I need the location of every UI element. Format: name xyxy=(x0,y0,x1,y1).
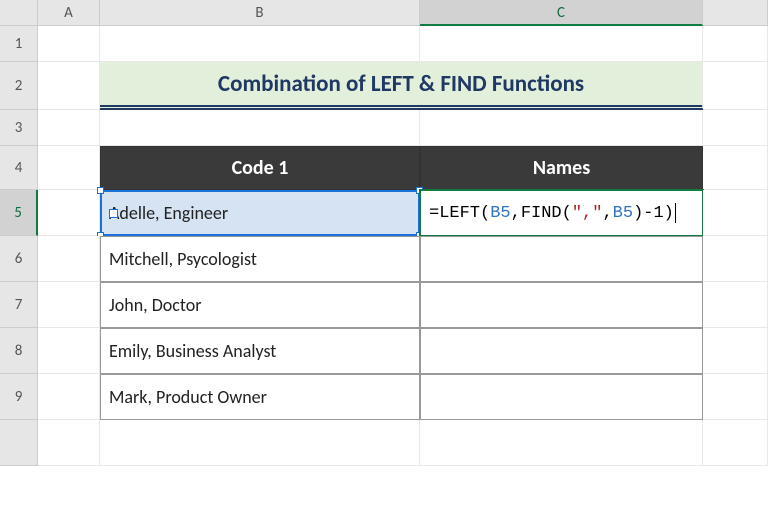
cell-a8[interactable] xyxy=(38,328,100,374)
formula-token: B5 xyxy=(490,204,510,223)
cell-a5[interactable] xyxy=(38,190,100,236)
row-header-2[interactable]: 2 xyxy=(0,62,38,110)
cell-d3[interactable] xyxy=(703,110,768,146)
cell-b3[interactable] xyxy=(100,110,420,146)
cell-d1[interactable] xyxy=(703,26,768,62)
cell-c1[interactable] xyxy=(420,26,703,62)
row-header-3[interactable]: 3 xyxy=(0,110,38,146)
cell-a1[interactable] xyxy=(38,26,100,62)
header-names[interactable]: Names xyxy=(420,146,703,190)
cell-d6[interactable] xyxy=(703,236,768,282)
col-header-c[interactable]: C xyxy=(420,0,703,26)
row-header-7[interactable]: 7 xyxy=(0,282,38,328)
row-headers: 1 2 3 4 5 6 7 8 9 xyxy=(0,26,38,466)
formula-token: )-1) xyxy=(633,204,674,223)
cell-c9[interactable] xyxy=(420,374,703,420)
cell-a9[interactable] xyxy=(38,374,100,420)
text-cursor-icon xyxy=(675,203,676,223)
cell-d8[interactable] xyxy=(703,328,768,374)
cell-c8[interactable] xyxy=(420,328,703,374)
cell-b9[interactable]: Mark, Product Owner xyxy=(100,374,420,420)
cell-a7[interactable] xyxy=(38,282,100,328)
cell-b10[interactable] xyxy=(100,420,420,466)
cell-d7[interactable] xyxy=(703,282,768,328)
cell-a3[interactable] xyxy=(38,110,100,146)
row-header-9[interactable]: 9 xyxy=(0,374,38,420)
cell-c7[interactable] xyxy=(420,282,703,328)
cell-d4[interactable] xyxy=(703,146,768,190)
cell-b8[interactable]: Emily, Business Analyst xyxy=(100,328,420,374)
row-header-4[interactable]: 4 xyxy=(0,146,38,190)
select-all-corner[interactable] xyxy=(0,0,38,26)
cell-b5[interactable]: Adelle, Engineer xyxy=(100,190,420,236)
row-header-1[interactable]: 1 xyxy=(0,26,38,62)
col-header-b[interactable]: B xyxy=(100,0,420,26)
cell-d9[interactable] xyxy=(703,374,768,420)
cell-b6[interactable]: Mitchell, Psycologist xyxy=(100,236,420,282)
cell-c10[interactable] xyxy=(420,420,703,466)
row-header-5[interactable]: 5 xyxy=(0,190,38,236)
row-header-10[interactable] xyxy=(0,420,38,466)
cell-b1[interactable] xyxy=(100,26,420,62)
cell-c3[interactable] xyxy=(420,110,703,146)
cell-b5-text: Adelle, Engineer xyxy=(109,202,228,224)
cell-c5-editing[interactable]: =LEFT(B5,FIND(",",B5)-1) xyxy=(420,190,703,236)
row-header-8[interactable]: 8 xyxy=(0,328,38,374)
row-header-6[interactable]: 6 xyxy=(0,236,38,282)
cell-a10[interactable] xyxy=(38,420,100,466)
formula-token: =LEFT( xyxy=(429,204,490,223)
cell-grid: Combination of LEFT & FIND Functions Cod… xyxy=(38,26,768,466)
formula-token: ,FIND( xyxy=(511,204,572,223)
formula-token: "," xyxy=(572,204,603,223)
cell-a6[interactable] xyxy=(38,236,100,282)
cell-d10[interactable] xyxy=(703,420,768,466)
formula-token: , xyxy=(602,204,612,223)
formula-token: B5 xyxy=(613,204,633,223)
cell-a4[interactable] xyxy=(38,146,100,190)
header-code[interactable]: Code 1 xyxy=(100,146,420,190)
cell-b7[interactable]: John, Doctor xyxy=(100,282,420,328)
cell-a2[interactable] xyxy=(38,62,100,110)
column-headers: A B C xyxy=(38,0,768,26)
title-cell[interactable]: Combination of LEFT & FIND Functions xyxy=(100,62,703,110)
cell-d5[interactable] xyxy=(703,190,768,236)
col-header-d[interactable] xyxy=(703,0,768,26)
range-handle-icon[interactable] xyxy=(97,187,104,194)
cell-c6[interactable] xyxy=(420,236,703,282)
cell-d2[interactable] xyxy=(703,62,768,110)
col-header-a[interactable]: A xyxy=(38,0,100,26)
